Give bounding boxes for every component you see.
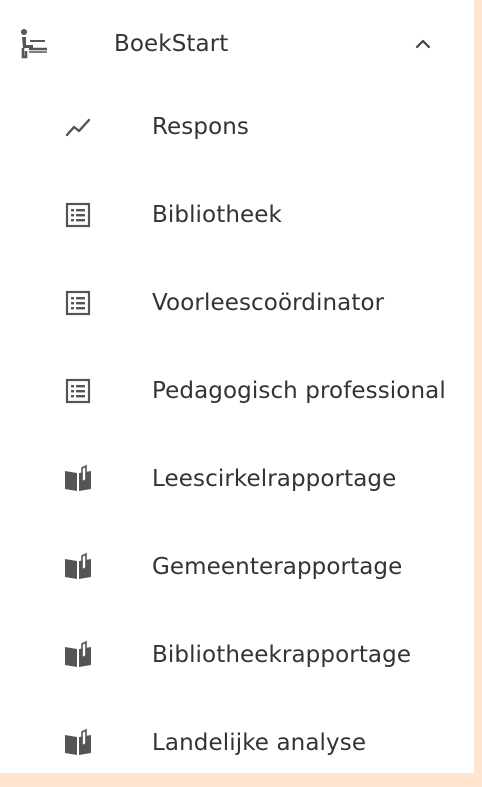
list-icon xyxy=(60,373,96,409)
sidebar-menu: BoekStart Respons Bibliotheek Voorleesco… xyxy=(0,0,474,773)
menu-item-voorleescoordinator[interactable]: Voorleescoördinator xyxy=(0,259,474,347)
menu-item-label: Bibliotheekrapportage xyxy=(152,642,412,668)
menu-item-label: Bibliotheek xyxy=(152,202,282,228)
menu-item-bibliotheekrapportage[interactable]: Bibliotheekrapportage xyxy=(0,611,474,699)
menu-item-label: Leescirkelrapportage xyxy=(152,466,397,492)
trending-line-icon xyxy=(60,109,96,145)
menu-item-gemeenterapportage[interactable]: Gemeenterapportage xyxy=(0,523,474,611)
menu-item-label: Landelijke analyse xyxy=(152,730,367,756)
section-label: BoekStart xyxy=(114,31,229,57)
open-book-icon xyxy=(60,725,96,761)
list-icon xyxy=(60,197,96,233)
menu-item-landelijke-analyse[interactable]: Landelijke analyse xyxy=(0,699,474,787)
menu-item-label: Gemeenterapportage xyxy=(152,554,403,580)
menu-section-boekstart[interactable]: BoekStart xyxy=(0,0,474,88)
menu-item-label: Voorleescoördinator xyxy=(152,290,385,316)
open-book-icon xyxy=(60,549,96,585)
menu-item-leescirkelrapportage[interactable]: Leescirkelrapportage xyxy=(0,435,474,523)
reading-child-icon xyxy=(14,26,50,62)
menu-item-label: Respons xyxy=(152,114,250,140)
chevron-up-icon[interactable] xyxy=(408,29,438,59)
menu-item-respons[interactable]: Respons xyxy=(0,83,474,171)
list-icon xyxy=(60,285,96,321)
menu-item-bibliotheek[interactable]: Bibliotheek xyxy=(0,171,474,259)
open-book-icon xyxy=(60,637,96,673)
open-book-icon xyxy=(60,461,96,497)
menu-item-pedagogisch-professional[interactable]: Pedagogisch professional xyxy=(0,347,474,435)
menu-item-label: Pedagogisch professional xyxy=(152,378,446,404)
